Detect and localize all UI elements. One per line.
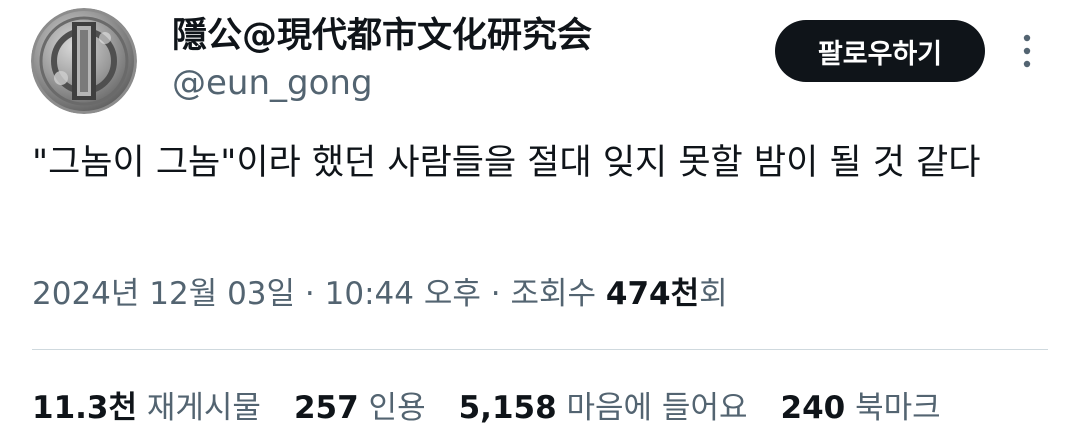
author-handle[interactable]: @eun_gong	[172, 60, 373, 106]
tweet-date[interactable]: 2024년 12월 03일	[32, 276, 295, 312]
quotes-stat[interactable]: 257 인용	[294, 386, 426, 430]
tweet-text: "그놈이 그놈"이라 했던 사람들을 절대 잊지 못할 밤이 될 것 같다	[32, 143, 981, 183]
retweets-stat[interactable]: 11.3천 재게시물	[32, 386, 261, 430]
retweets-label: 재게시물	[146, 390, 261, 426]
follow-button[interactable]: 팔로우하기	[775, 20, 985, 82]
likes-count: 5,158	[458, 390, 557, 426]
tweet-meta: 2024년 12월 03일 · 10:44 오후 · 조회수 474천회	[32, 272, 728, 316]
meta-separator: ·	[304, 276, 315, 312]
divider	[32, 349, 1048, 350]
tweet-stats: 11.3천 재게시물 257 인용 5,158 마음에 들어요 240 북마크	[32, 386, 974, 430]
views-suffix: 회	[699, 276, 728, 312]
tweet-time[interactable]: 10:44 오후	[325, 276, 481, 312]
bookmarks-label: 북마크	[855, 390, 941, 426]
more-vertical-icon[interactable]	[1010, 30, 1044, 72]
quotes-label: 인용	[368, 390, 426, 426]
likes-stat[interactable]: 5,158 마음에 들어요	[459, 386, 748, 430]
retweets-count: 11.3천	[32, 390, 138, 426]
likes-label: 마음에 들어요	[566, 390, 748, 426]
meta-separator: ·	[490, 276, 501, 312]
bookmarks-count: 240	[780, 390, 846, 426]
bookmarks-stat[interactable]: 240 북마크	[781, 386, 941, 430]
coin-avatar-image	[31, 8, 137, 114]
views-label: 조회수	[510, 276, 597, 312]
author-display-name[interactable]: 隱公@現代都市文化研究会	[172, 12, 592, 60]
avatar[interactable]	[31, 8, 137, 114]
views-count: 474천	[605, 276, 700, 312]
quotes-count: 257	[293, 390, 359, 426]
